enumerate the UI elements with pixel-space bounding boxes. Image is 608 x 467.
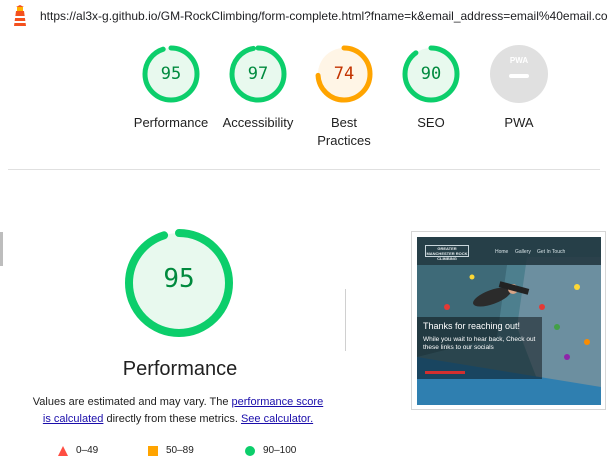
gauge-seo[interactable]: 90 SEO xyxy=(391,44,471,132)
square-icon xyxy=(148,445,158,456)
screenshot-image: GREATER MANCHESTER ROCK CLIMBING Home Ga… xyxy=(417,237,601,405)
performance-gauge-large: 95 xyxy=(124,228,234,338)
screenshot-nav: GREATER MANCHESTER ROCK CLIMBING Home Ga… xyxy=(417,237,601,265)
scrollbar-edge xyxy=(0,232,3,266)
legend-range: 90–100 xyxy=(263,445,297,456)
screenshot-nav-link: Get In Touch xyxy=(537,249,566,255)
score-value: 90 xyxy=(420,64,442,84)
screenshot-body: While you wait to hear back, Check out t… xyxy=(423,336,536,351)
screenshot-accent xyxy=(425,371,465,374)
vertical-separator xyxy=(345,289,346,351)
screenshot-nav-link: Home xyxy=(495,249,509,255)
category-label: Accessibility xyxy=(222,115,294,130)
pwa-badge-icon xyxy=(490,45,548,103)
score-legend: 0–49 50–89 90–100 xyxy=(0,444,608,460)
note-text: Values are estimated and may vary. The xyxy=(32,396,232,408)
label-line-2: Practices xyxy=(317,133,371,148)
performance-score: 95 xyxy=(163,264,195,294)
category-label: PWA xyxy=(504,115,534,130)
legend-item-average: 50–89 xyxy=(148,445,194,456)
label-line-1: Best xyxy=(330,115,357,130)
gauge-pwa[interactable]: PWA PWA xyxy=(479,44,559,132)
screenshot-message: Thanks for reaching out! While you wait … xyxy=(423,321,543,352)
category-label: Best Practices xyxy=(304,114,384,150)
legend-range: 0–49 xyxy=(76,445,99,456)
pwa-badge-text: PWA xyxy=(509,56,529,65)
page-url[interactable]: https://al3x-g.github.io/GM-RockClimbing… xyxy=(40,9,608,23)
screenshot-heading: Thanks for reaching out! xyxy=(423,321,521,331)
score-value: 97 xyxy=(247,64,269,84)
see-calculator-link[interactable]: See calculator. xyxy=(241,413,313,425)
score-value: 95 xyxy=(160,64,182,84)
lighthouse-icon xyxy=(14,5,26,26)
performance-note: Values are estimated and may vary. The p… xyxy=(28,394,328,428)
legend-item-fail: 0–49 xyxy=(58,445,98,456)
category-label: Performance xyxy=(133,115,209,130)
legend-range: 50–89 xyxy=(166,445,194,456)
score-value: 74 xyxy=(333,64,355,84)
gauge-accessibility[interactable]: 97 Accessibility xyxy=(218,44,298,132)
final-screenshot[interactable]: GREATER MANCHESTER ROCK CLIMBING Home Ga… xyxy=(411,231,606,410)
screenshot-nav-link: Gallery xyxy=(515,249,531,255)
category-label: SEO xyxy=(417,115,445,130)
circle-icon xyxy=(245,445,255,456)
legend-item-pass: 90–100 xyxy=(245,445,296,456)
section-divider xyxy=(8,169,600,170)
screenshot-logo: GREATER MANCHESTER ROCK CLIMBING xyxy=(425,245,469,261)
triangle-icon xyxy=(58,445,68,456)
url-bar: https://al3x-g.github.io/GM-RockClimbing… xyxy=(0,0,608,32)
note-text: directly from these metrics. xyxy=(103,413,241,425)
category-gauges: 95 Performance 97 Accessibility 74 Best … xyxy=(0,44,608,156)
gauge-performance[interactable]: 95 Performance xyxy=(131,44,211,132)
performance-title: Performance xyxy=(122,358,238,380)
gauge-best-practices[interactable]: 74 Best Practices xyxy=(304,44,384,150)
